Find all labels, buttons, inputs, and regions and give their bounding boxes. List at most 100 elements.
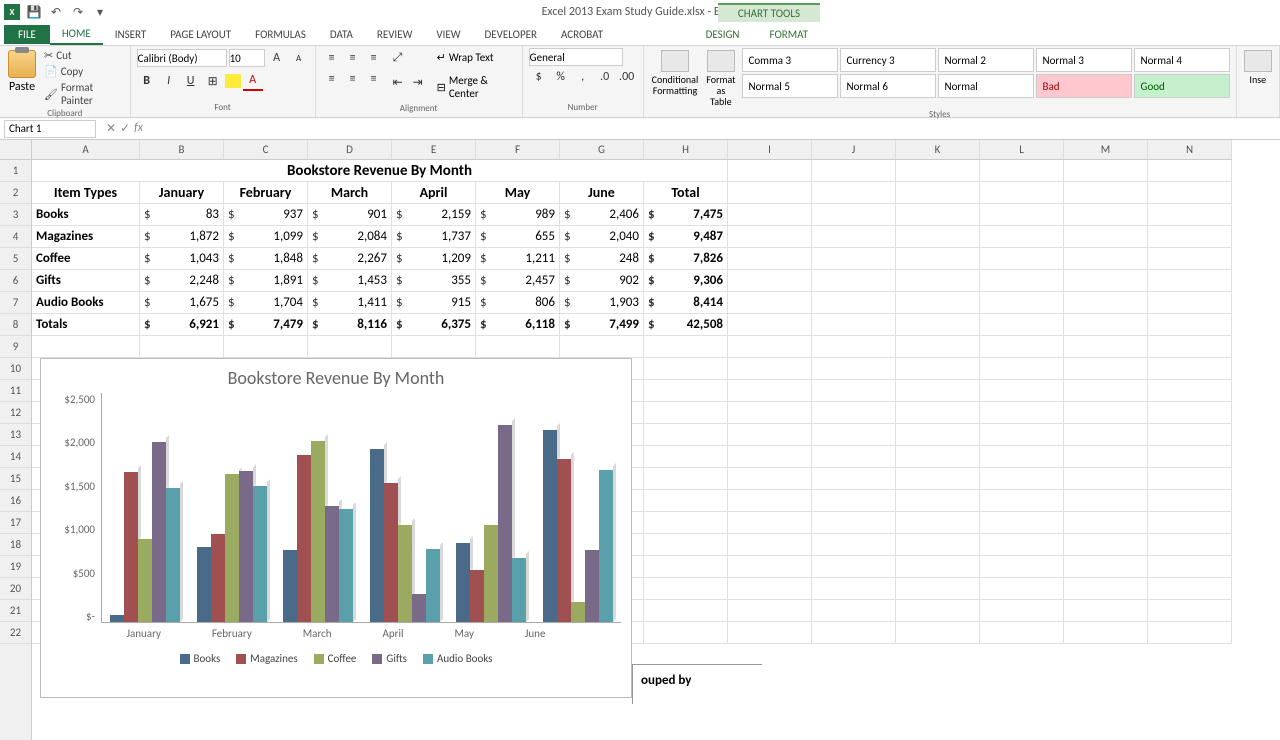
border-button[interactable]: ⊞ <box>203 71 223 91</box>
cell[interactable] <box>812 600 896 622</box>
bar[interactable] <box>239 471 253 622</box>
cell[interactable] <box>1064 534 1148 556</box>
col-header-E[interactable]: E <box>392 140 476 159</box>
align-right-icon[interactable]: ≡ <box>364 69 384 89</box>
cell[interactable] <box>980 402 1064 424</box>
cell[interactable]: $6,118 <box>476 314 560 336</box>
style-normal5[interactable]: Normal 5 <box>742 74 838 98</box>
cell[interactable] <box>980 248 1064 270</box>
cell[interactable]: $7,826 <box>644 248 728 270</box>
cell[interactable]: $902 <box>560 270 644 292</box>
col-header-B[interactable]: B <box>140 140 224 159</box>
cell[interactable] <box>980 556 1064 578</box>
undo-icon[interactable]: ↶ <box>48 4 64 20</box>
cell[interactable] <box>728 270 812 292</box>
cell[interactable] <box>1064 512 1148 534</box>
bar[interactable] <box>484 525 498 622</box>
bar[interactable] <box>426 549 440 622</box>
font-color-button[interactable]: A <box>243 71 263 91</box>
cell[interactable] <box>812 490 896 512</box>
row-header-8[interactable]: 8 <box>0 314 31 336</box>
tab-acrobat[interactable]: ACROBAT <box>549 25 615 44</box>
cell[interactable] <box>224 336 308 358</box>
cell[interactable]: $2,406 <box>560 204 644 226</box>
bar[interactable] <box>512 558 526 622</box>
cell[interactable] <box>728 578 812 600</box>
fx-icon[interactable]: fx <box>134 121 143 136</box>
cell[interactable] <box>476 336 560 358</box>
cell[interactable] <box>812 292 896 314</box>
cell[interactable]: February <box>224 182 308 204</box>
cell[interactable] <box>1148 358 1232 380</box>
cell[interactable] <box>728 512 812 534</box>
cell[interactable] <box>980 512 1064 534</box>
cell[interactable] <box>980 204 1064 226</box>
legend-item[interactable]: Books <box>180 652 221 665</box>
row-header-14[interactable]: 14 <box>0 446 31 468</box>
cell[interactable] <box>896 468 980 490</box>
row-header-4[interactable]: 4 <box>0 226 31 248</box>
cell[interactable] <box>812 512 896 534</box>
cell[interactable] <box>1148 314 1232 336</box>
cell[interactable] <box>1064 226 1148 248</box>
style-comma3[interactable]: Comma 3 <box>742 48 838 72</box>
cell[interactable] <box>728 380 812 402</box>
row-header-16[interactable]: 16 <box>0 490 31 512</box>
bar[interactable] <box>585 550 599 622</box>
cell[interactable]: $806 <box>476 292 560 314</box>
cell[interactable]: Totals <box>32 314 140 336</box>
row-header-10[interactable]: 10 <box>0 358 31 380</box>
cell[interactable] <box>1148 160 1232 182</box>
excel-icon[interactable]: X <box>4 4 20 20</box>
cell[interactable] <box>1148 468 1232 490</box>
row-header-2[interactable]: 2 <box>0 182 31 204</box>
cell[interactable] <box>1148 292 1232 314</box>
cell[interactable] <box>812 468 896 490</box>
cell[interactable] <box>644 578 728 600</box>
cell[interactable]: $2,267 <box>308 248 392 270</box>
row-header-1[interactable]: 1 <box>0 160 31 182</box>
cell[interactable] <box>812 314 896 336</box>
cell[interactable] <box>1064 336 1148 358</box>
col-header-G[interactable]: G <box>560 140 644 159</box>
cell[interactable] <box>896 490 980 512</box>
cell[interactable] <box>980 358 1064 380</box>
embedded-chart[interactable]: Bookstore Revenue By Month $2,500$2,000$… <box>40 358 632 698</box>
col-header-H[interactable]: H <box>644 140 728 159</box>
cell[interactable]: $9,306 <box>644 270 728 292</box>
tab-insert[interactable]: INSERT <box>103 25 159 44</box>
row-header-9[interactable]: 9 <box>0 336 31 358</box>
col-header-M[interactable]: M <box>1064 140 1148 159</box>
cell[interactable]: $7,499 <box>560 314 644 336</box>
cell[interactable] <box>1064 248 1148 270</box>
cell[interactable] <box>644 380 728 402</box>
cell[interactable]: Gifts <box>32 270 140 292</box>
bar[interactable] <box>370 449 384 622</box>
cell[interactable]: $1,453 <box>308 270 392 292</box>
cell[interactable] <box>1064 468 1148 490</box>
cell[interactable]: $1,737 <box>392 226 476 248</box>
cell[interactable]: $915 <box>392 292 476 314</box>
font-size-select[interactable] <box>229 49 265 67</box>
copy-button[interactable]: 📄Copy <box>42 64 124 79</box>
cell[interactable] <box>896 314 980 336</box>
cell[interactable] <box>812 248 896 270</box>
cell[interactable] <box>728 182 812 204</box>
cell[interactable] <box>1148 248 1232 270</box>
cell[interactable] <box>980 446 1064 468</box>
style-good[interactable]: Good <box>1134 74 1230 98</box>
cell[interactable] <box>1064 490 1148 512</box>
cell[interactable] <box>1148 182 1232 204</box>
cell[interactable]: $7,479 <box>224 314 308 336</box>
cell[interactable] <box>1148 380 1232 402</box>
cell[interactable] <box>980 270 1064 292</box>
cell[interactable] <box>980 182 1064 204</box>
bar[interactable] <box>225 474 239 622</box>
percent-icon[interactable]: % <box>551 67 571 87</box>
cell[interactable] <box>812 270 896 292</box>
cell[interactable] <box>1148 424 1232 446</box>
bar-group[interactable] <box>283 441 353 622</box>
cell[interactable] <box>644 512 728 534</box>
row-header-12[interactable]: 12 <box>0 402 31 424</box>
style-currency3[interactable]: Currency 3 <box>840 48 936 72</box>
